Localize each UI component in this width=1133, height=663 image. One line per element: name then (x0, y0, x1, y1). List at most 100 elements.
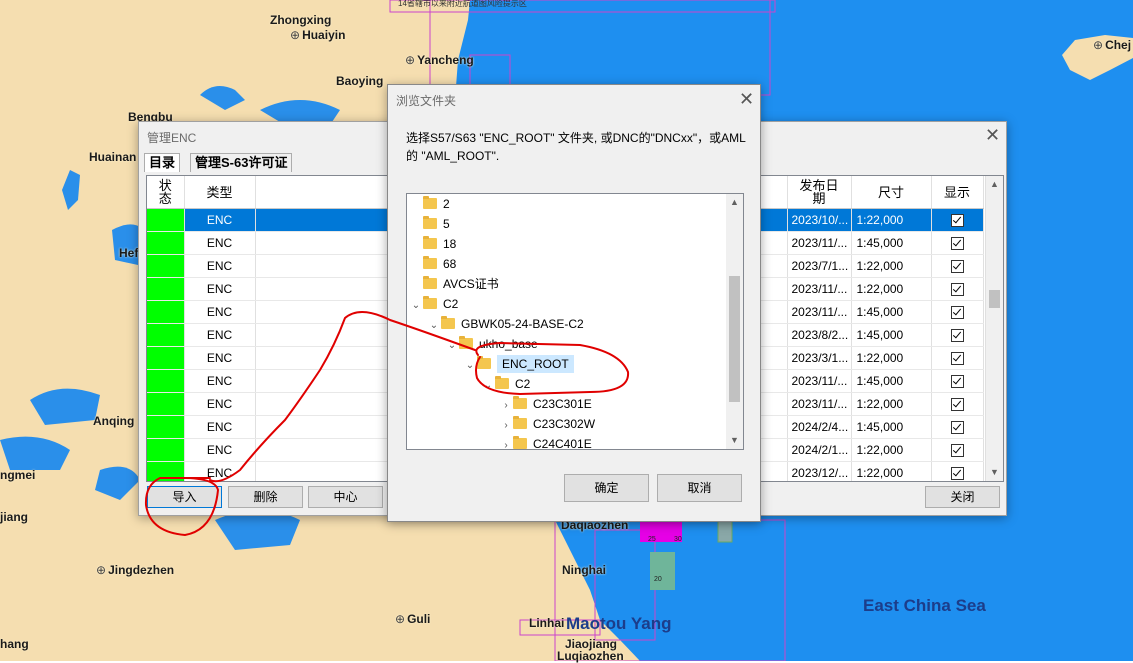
tab-catalog[interactable]: 目录 (144, 153, 181, 172)
tree-node[interactable]: AVCS证书 (409, 274, 499, 294)
column-header-scale[interactable]: 尺寸 (851, 176, 932, 209)
close-icon[interactable]: ✕ (739, 91, 754, 109)
column-header-type[interactable]: 类型 (184, 176, 256, 209)
scroll-up-icon[interactable]: ▲ (986, 176, 1003, 193)
display-checkbox[interactable] (950, 214, 964, 228)
display-checkbox[interactable] (950, 329, 964, 343)
status-indicator (147, 369, 185, 393)
tree-node[interactable]: › C23C302W (499, 414, 595, 434)
cell-type: ENC (184, 369, 256, 393)
folder-tree[interactable]: 2 5 18 68 AVCS证书 ⌄ C2 ⌄ GBWK05-24-BASE-C2 ⌄ ukho_b… (406, 193, 744, 450)
close-button[interactable]: 关闭 (925, 486, 1000, 508)
shoal-area (650, 552, 675, 590)
folder-icon (459, 336, 473, 349)
cancel-button[interactable]: 取消 (657, 474, 742, 502)
tree-node[interactable]: 18 (409, 234, 456, 254)
city-label: ngmei (0, 468, 36, 482)
expand-toggle-icon[interactable]: ⌄ (463, 356, 477, 376)
tree-node[interactable]: › C24C401E (499, 434, 592, 449)
cell-release-date: 2023/11/... (787, 392, 852, 416)
city-label: ⊕ Guli (395, 612, 431, 626)
column-header-display[interactable]: 显示 (931, 176, 984, 209)
status-indicator (147, 461, 185, 481)
status-indicator (147, 254, 185, 278)
cell-scale: 1:45,000 (851, 300, 932, 324)
column-header-status[interactable]: 状态 (147, 176, 185, 209)
import-button[interactable]: 导入 (147, 486, 222, 508)
cell-scale: 1:45,000 (851, 415, 932, 439)
tree-scrollbar[interactable]: ▲ ▼ (726, 194, 743, 449)
delete-button[interactable]: 删除 (228, 486, 303, 508)
cell-scale: 1:22,000 (851, 254, 932, 278)
map-top-banner: 14省辖市以来附近航道图风险提示区 (398, 0, 527, 8)
expand-toggle-icon[interactable]: › (499, 416, 513, 436)
status-indicator (147, 415, 185, 439)
folder-icon (423, 256, 437, 269)
instruction-text: 选择S57/S63 "ENC_ROOT" 文件夹, 或DNC的"DNCxx"，或… (406, 131, 746, 163)
display-checkbox[interactable] (950, 237, 964, 251)
tree-node[interactable]: ⌄ C2 (409, 294, 458, 314)
dialog-title: 浏览文件夹 (396, 94, 457, 108)
cell-scale: 1:22,000 (851, 208, 932, 232)
tree-node[interactable]: 68 (409, 254, 456, 274)
display-checkbox[interactable] (950, 467, 964, 481)
cell-type: ENC (184, 300, 256, 324)
folder-icon (513, 416, 527, 429)
column-header-release-date[interactable]: 发布日期 (787, 176, 852, 209)
scroll-thumb[interactable] (729, 276, 740, 402)
display-checkbox[interactable] (950, 283, 964, 297)
expand-toggle-icon[interactable]: › (499, 436, 513, 449)
scroll-down-icon[interactable]: ▼ (726, 432, 743, 449)
scroll-up-icon[interactable]: ▲ (726, 194, 743, 211)
tree-node[interactable]: ⌄ GBWK05-24-BASE-C2 (427, 314, 584, 334)
status-indicator (147, 392, 185, 416)
tree-node[interactable]: ⌄ C2 (481, 374, 530, 394)
display-checkbox[interactable] (950, 421, 964, 435)
display-checkbox[interactable] (950, 352, 964, 366)
center-button[interactable]: 中心 (308, 486, 383, 508)
display-checkbox[interactable] (950, 260, 964, 274)
folder-icon (423, 276, 437, 289)
expand-toggle-icon[interactable]: ⌄ (445, 336, 459, 356)
expand-toggle-icon[interactable]: ⌄ (409, 296, 423, 316)
expand-toggle-icon[interactable]: ⌄ (427, 316, 441, 336)
expand-toggle-icon[interactable]: ⌄ (481, 376, 495, 396)
depth-label: 25 (648, 536, 656, 543)
cell-display (931, 346, 984, 370)
cell-display (931, 208, 984, 232)
scroll-thumb[interactable] (989, 290, 1000, 308)
cell-display (931, 415, 984, 439)
scroll-down-icon[interactable]: ▼ (986, 464, 1003, 481)
tree-node[interactable]: ⌄ ukho_base (445, 334, 538, 354)
tree-node[interactable]: 5 (409, 214, 450, 234)
folder-icon (423, 296, 437, 309)
tree-node[interactable]: ⌄ ENC_ROOT (463, 354, 574, 374)
cell-display (931, 231, 984, 255)
ok-button[interactable]: 确定 (564, 474, 649, 502)
display-checkbox[interactable] (950, 398, 964, 412)
cell-scale: 1:45,000 (851, 323, 932, 347)
tree-node[interactable]: 2 (409, 194, 450, 214)
city-label: ⊕ Jingdezhen (96, 563, 175, 577)
table-scrollbar[interactable]: ▲ ▼ (985, 176, 1003, 481)
expand-toggle-icon[interactable]: › (499, 396, 513, 416)
cell-type: ENC (184, 208, 256, 232)
display-checkbox[interactable] (950, 444, 964, 458)
city-label: Zhongxing (270, 13, 332, 27)
cell-release-date: 2023/10/... (787, 208, 852, 232)
cell-scale: 1:22,000 (851, 392, 932, 416)
depth-label: 30 (674, 536, 682, 543)
cell-release-date: 2023/11/... (787, 277, 852, 301)
folder-icon (513, 436, 527, 449)
display-checkbox[interactable] (950, 375, 964, 389)
close-icon[interactable]: ✕ (985, 127, 1000, 145)
cell-display (931, 277, 984, 301)
tree-node[interactable]: › C23C301E (499, 394, 592, 414)
cell-release-date: 2024/2/4... (787, 415, 852, 439)
status-indicator (147, 300, 185, 324)
status-indicator (147, 208, 185, 232)
tree-node-label: 68 (443, 257, 457, 271)
tab-s63-licenses[interactable]: 管理S-63许可证 (190, 153, 293, 172)
display-checkbox[interactable] (950, 306, 964, 320)
status-indicator (147, 346, 185, 370)
